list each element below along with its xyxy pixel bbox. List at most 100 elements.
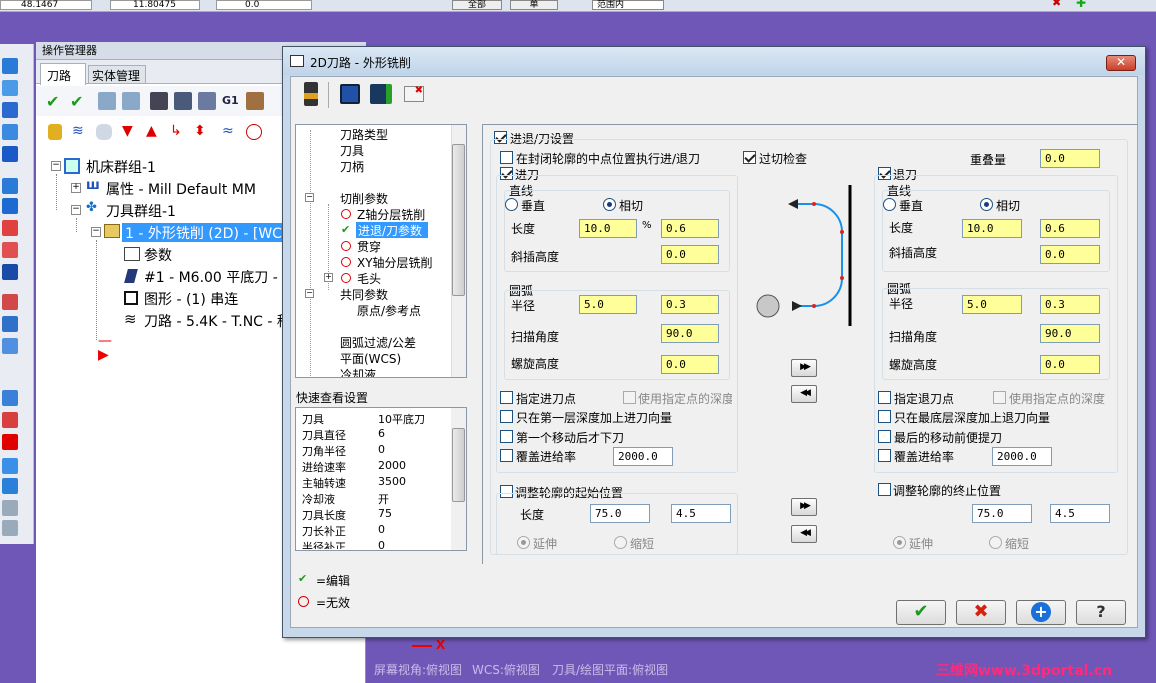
tree-expand-props[interactable]: + bbox=[71, 183, 81, 193]
entry-override-checkbox[interactable] bbox=[500, 449, 513, 462]
apply-button[interactable]: + bbox=[1016, 600, 1066, 625]
tree-properties[interactable]: 属性 - Mill Default MM bbox=[106, 179, 256, 199]
gouge-check-checkbox[interactable] bbox=[743, 151, 756, 164]
export-icon[interactable] bbox=[2, 338, 18, 354]
exit-radius-input[interactable]: 5.0 bbox=[962, 295, 1022, 314]
nav-item-holder[interactable]: 刀柄 bbox=[340, 158, 364, 175]
verify-icon[interactable] bbox=[174, 92, 192, 110]
nav-item-break-through[interactable]: 贯穿 bbox=[357, 238, 381, 255]
measure-icon[interactable] bbox=[2, 478, 18, 494]
regen-icon[interactable] bbox=[98, 92, 116, 110]
entry-first-depth-checkbox[interactable] bbox=[500, 410, 513, 423]
nav-item-coolant[interactable]: 冷却液 bbox=[340, 366, 376, 377]
single-button[interactable]: 单 bbox=[510, 0, 558, 10]
entry-point-checkbox[interactable] bbox=[500, 391, 513, 404]
move-down-icon[interactable]: ▼ bbox=[122, 124, 138, 140]
nav-collapse-common[interactable]: − bbox=[305, 289, 314, 298]
entry-perp-radio[interactable] bbox=[505, 198, 518, 211]
tree-parameters[interactable]: 参数 bbox=[144, 245, 172, 265]
tree-machine-group[interactable]: 机床群组-1 bbox=[86, 157, 156, 177]
close-x-icon[interactable]: ✖ bbox=[1052, 0, 1064, 8]
adjust-end-checkbox[interactable] bbox=[878, 483, 891, 496]
entry-helix-input[interactable]: 0.0 bbox=[661, 355, 719, 374]
help-op-icon[interactable] bbox=[246, 124, 262, 140]
layers-icon[interactable] bbox=[2, 390, 18, 406]
adjust-end-length-input[interactable]: 75.0 bbox=[972, 504, 1032, 523]
entry-override-input[interactable]: 2000.0 bbox=[613, 447, 673, 466]
copy-entry-to-exit-button[interactable]: ▶▶ bbox=[791, 359, 817, 377]
down-arrow-icon[interactable] bbox=[2, 124, 18, 140]
arc-icon[interactable] bbox=[2, 102, 18, 118]
solid-icon[interactable] bbox=[2, 146, 18, 162]
red-square-icon[interactable] bbox=[2, 434, 18, 450]
ok-button[interactable]: ✔ bbox=[896, 600, 946, 625]
entry-tangent-radio[interactable] bbox=[603, 198, 616, 211]
view-icon[interactable] bbox=[2, 58, 18, 74]
nav-scroll-thumb[interactable] bbox=[452, 144, 465, 296]
toggle-display-icon[interactable]: ≈ bbox=[222, 124, 238, 140]
entry-length-pct-input[interactable]: 0.6 bbox=[661, 219, 719, 238]
tree-toolpath[interactable]: 刀路 - 5.4K - T.NC - 程 bbox=[144, 311, 291, 331]
backplot-icon[interactable] bbox=[150, 92, 168, 110]
entry-sweep-input[interactable]: 90.0 bbox=[661, 324, 719, 343]
regen-dirty-icon[interactable] bbox=[122, 92, 140, 110]
simulate-icon[interactable] bbox=[198, 92, 216, 110]
adjust-end-pct-input[interactable]: 4.5 bbox=[1050, 504, 1110, 523]
cancel-button[interactable]: ✖ bbox=[956, 600, 1006, 625]
ghost-icon[interactable] bbox=[96, 124, 112, 140]
tree-geometry[interactable]: 图形 - (1) 串连 bbox=[144, 289, 238, 309]
exit-radius-pct-input[interactable]: 0.3 bbox=[1040, 295, 1100, 314]
tool-select-icon[interactable] bbox=[304, 82, 318, 106]
select-all-icon[interactable]: ✔ bbox=[46, 92, 64, 111]
cube-icon[interactable] bbox=[2, 198, 18, 214]
coord-z-field[interactable]: 0.0 bbox=[216, 0, 312, 10]
entry-radius-pct-input[interactable]: 0.3 bbox=[661, 295, 719, 314]
move-up-icon[interactable]: ▲ bbox=[146, 124, 162, 140]
exit-helix-input[interactable]: 0.0 bbox=[1040, 355, 1100, 374]
save-icon[interactable] bbox=[340, 84, 360, 104]
exit-perp-radio[interactable] bbox=[883, 198, 896, 211]
exit-override-input[interactable]: 2000.0 bbox=[992, 447, 1052, 466]
expand-icon[interactable]: ⬍ bbox=[194, 124, 210, 140]
nav-item-common-params[interactable]: 共同参数 bbox=[340, 286, 388, 303]
insert-arrow-icon[interactable]: ↳ bbox=[170, 124, 186, 140]
entry-ramp-input[interactable]: 0.0 bbox=[661, 245, 719, 264]
coord-y-field[interactable]: 11.80475 bbox=[110, 0, 200, 10]
nav-item-cut-params[interactable]: 切削参数 bbox=[340, 190, 388, 207]
save-default-icon[interactable] bbox=[370, 84, 392, 104]
grid-icon[interactable] bbox=[2, 316, 18, 332]
nav-item-home-ref[interactable]: 原点/参考点 bbox=[357, 302, 421, 319]
nav-item-arc-filter[interactable]: 圆弧过滤/公差 bbox=[340, 334, 416, 351]
entry-radius-input[interactable]: 5.0 bbox=[579, 295, 637, 314]
exit-point-checkbox[interactable] bbox=[878, 391, 891, 404]
range-select[interactable]: 范围内 bbox=[592, 0, 664, 10]
exit-length-pct-input[interactable]: 0.6 bbox=[1040, 219, 1100, 238]
coord-x-field[interactable]: 48.1467 bbox=[0, 0, 92, 10]
nav-expand-tabs[interactable]: + bbox=[324, 273, 333, 282]
adjust-end-extend-radio[interactable] bbox=[893, 536, 906, 549]
adjust-start-length-input[interactable]: 75.0 bbox=[590, 504, 650, 523]
rotate-icon[interactable] bbox=[2, 80, 18, 96]
exit-sweep-input[interactable]: 90.0 bbox=[1040, 324, 1100, 343]
select-dirty-icon[interactable]: ✔ bbox=[70, 92, 88, 111]
all-button[interactable]: 全部 bbox=[452, 0, 502, 10]
nav-item-toolpath-type[interactable]: 刀路类型 bbox=[340, 126, 388, 143]
exit-ramp-input[interactable]: 0.0 bbox=[1040, 245, 1100, 264]
wedge-icon[interactable] bbox=[2, 220, 18, 236]
exit-last-move-checkbox[interactable] bbox=[878, 430, 891, 443]
tree-tool-group[interactable]: 刀具群组-1 bbox=[106, 201, 176, 221]
tab-toolpaths[interactable]: 刀路 bbox=[40, 63, 86, 85]
analyze-icon[interactable] bbox=[2, 458, 18, 474]
closed-mid-checkbox[interactable] bbox=[500, 151, 513, 164]
window-icon[interactable] bbox=[2, 178, 18, 194]
adjust-end-shorten-radio[interactable] bbox=[989, 536, 1002, 549]
post-icon[interactable] bbox=[246, 92, 264, 110]
nav-item-tool[interactable]: 刀具 bbox=[340, 142, 364, 159]
copy-adjust-right-button[interactable]: ▶▶ bbox=[791, 498, 817, 516]
copy-adjust-left-button[interactable]: ◀◀ bbox=[791, 525, 817, 543]
nav-item-leadinout-selected[interactable]: 进退/刀参数 bbox=[356, 222, 428, 238]
g1-icon[interactable]: G1 bbox=[222, 92, 240, 110]
shapes-icon[interactable] bbox=[2, 412, 18, 428]
nav-item-z-depth[interactable]: Z轴分层铣削 bbox=[357, 206, 425, 223]
exit-last-depth-checkbox[interactable] bbox=[878, 410, 891, 423]
